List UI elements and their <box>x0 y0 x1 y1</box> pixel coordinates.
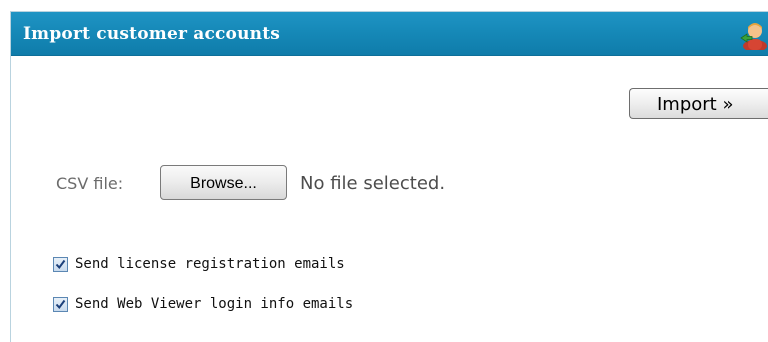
license-registration-label: Send license registration emails <box>75 256 345 272</box>
browse-button[interactable]: Browse... <box>160 165 287 200</box>
checkmark-icon <box>55 299 66 310</box>
checkmark-icon <box>55 259 66 270</box>
csv-file-label: CSV file: <box>56 174 124 193</box>
import-panel: Import customer accounts Import » CSV fi… <box>10 11 768 342</box>
file-status-text: No file selected. <box>300 173 446 194</box>
panel-header: Import customer accounts <box>11 12 768 56</box>
user-import-icon <box>739 20 768 52</box>
import-button[interactable]: Import » <box>629 88 768 119</box>
web-viewer-login-label: Send Web Viewer login info emails <box>75 296 354 312</box>
panel-title: Import customer accounts <box>23 24 281 44</box>
web-viewer-login-checkbox[interactable] <box>53 297 68 312</box>
license-registration-checkbox[interactable] <box>53 257 68 272</box>
